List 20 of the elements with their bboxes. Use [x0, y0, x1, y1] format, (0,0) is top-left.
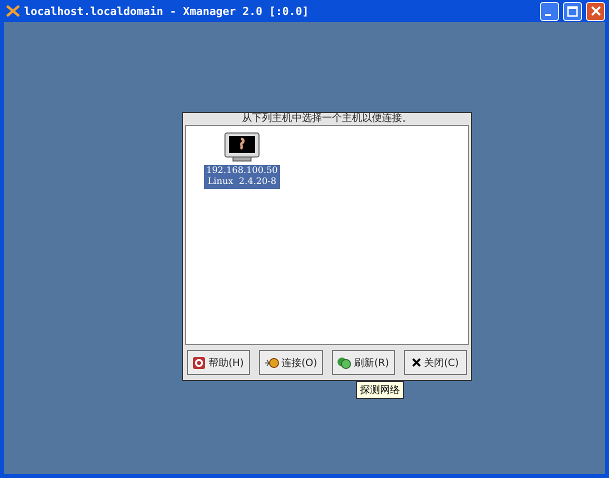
dialog-prompt: 从下列主机中选择一个主机以便连接。 — [241, 113, 413, 125]
connect-button[interactable]: 连接(O) — [259, 350, 322, 375]
host-label[interactable]: 192.168.100.50 Linux 2.4.20-8 — [204, 165, 280, 189]
monitor-icon[interactable] — [224, 132, 260, 162]
minimize-icon — [545, 14, 551, 16]
help-button[interactable]: 帮助(H) — [187, 350, 250, 375]
connect-icon — [264, 356, 279, 368]
maximize-icon — [567, 6, 578, 16]
window-title: localhost.localdomain - Xmanager 2.0 [:0.0] — [24, 4, 310, 18]
close-icon — [412, 358, 421, 367]
maximize-button[interactable] — [563, 2, 582, 20]
close-icon — [590, 6, 600, 16]
refresh-button[interactable]: 刷新(R) — [332, 350, 395, 375]
close-button[interactable] — [586, 2, 605, 20]
globes-icon — [337, 356, 352, 368]
lifebuoy-icon — [193, 356, 206, 368]
close-button[interactable]: 关闭(C) — [404, 350, 467, 375]
x-logo-icon — [6, 5, 20, 17]
tooltip: 探测网络 — [356, 381, 404, 399]
minimize-button[interactable] — [540, 2, 559, 20]
